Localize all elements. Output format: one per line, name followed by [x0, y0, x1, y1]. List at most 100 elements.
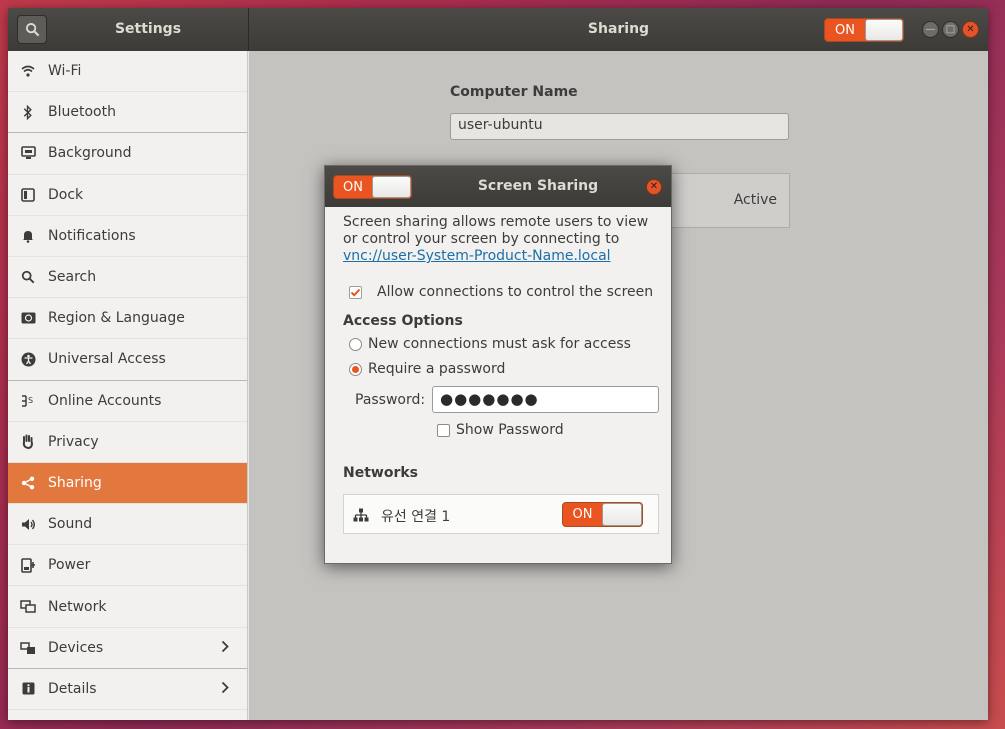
vnc-address-link[interactable]: vnc://user-System-Product-Name.local	[343, 248, 611, 264]
sidebar: Wi-Fi Bluetooth Background Dock Notifica…	[8, 51, 248, 720]
allow-control-option[interactable]: Allow connections to control the screen	[349, 284, 653, 300]
share-icon	[20, 475, 36, 491]
screen-sharing-toggle-label: ON	[343, 179, 363, 195]
bell-icon	[20, 228, 36, 244]
speaker-icon	[20, 516, 36, 532]
require-password-label: Require a password	[368, 361, 506, 377]
screen-sharing-dialog: ON Screen Sharing ✕ Screen sharing allow…	[324, 165, 672, 564]
networks-heading: Networks	[343, 465, 419, 481]
region-icon	[20, 310, 36, 326]
sidebar-item-label: Dock	[48, 186, 84, 203]
show-password-checkbox[interactable]	[437, 423, 450, 437]
require-password-radio[interactable]	[349, 362, 362, 376]
sidebar-item-sound[interactable]: Sound	[8, 504, 247, 546]
close-icon: ✕	[649, 181, 659, 192]
screen-sharing-toggle-knob	[372, 176, 411, 198]
radio-selected-dot	[352, 365, 359, 373]
sidebar-item-online-accounts[interactable]: S Online Accounts	[8, 381, 247, 422]
network-row: 유선 연결 1 ON	[343, 494, 659, 534]
sidebar-item-label: Notifications	[48, 227, 136, 244]
app-title: Settings	[114, 21, 182, 37]
sidebar-item-power[interactable]: Power	[8, 545, 247, 587]
svg-text:S: S	[28, 396, 33, 405]
sidebar-item-sharing[interactable]: Sharing	[8, 462, 247, 505]
sidebar-item-label: Wi-Fi	[48, 63, 82, 80]
description-text: Screen sharing allows remote users to vi…	[343, 214, 649, 247]
power-icon	[20, 557, 36, 573]
sharing-toggle[interactable]: ON	[824, 18, 904, 42]
sidebar-item-dock[interactable]: Dock	[8, 175, 247, 216]
sidebar-item-background[interactable]: Background	[8, 133, 247, 175]
sidebar-item-label: Background	[48, 145, 132, 162]
screen-sharing-status: Active	[733, 192, 777, 208]
dialog-header-bar: ON Screen Sharing ✕	[325, 166, 671, 207]
chevron-right-icon	[221, 681, 229, 698]
maximize-button[interactable]: □	[942, 21, 959, 38]
sidebar-item-bluetooth[interactable]: Bluetooth	[8, 92, 247, 134]
sidebar-item-details[interactable]: Details	[8, 669, 247, 710]
sidebar-item-label: Power	[48, 557, 91, 574]
screen-sharing-description: Screen sharing allows remote users to vi…	[343, 214, 663, 265]
devices-icon	[20, 640, 36, 656]
background-icon	[20, 145, 36, 161]
show-password-option[interactable]: Show Password	[437, 422, 564, 438]
sidebar-item-label: Devices	[48, 639, 104, 656]
online-accounts-icon: S	[20, 393, 36, 409]
dialog-title: Screen Sharing	[477, 178, 599, 194]
sidebar-item-privacy[interactable]: Privacy	[8, 422, 247, 463]
network-icon	[20, 599, 36, 615]
maximize-icon: □	[945, 23, 956, 35]
sidebar-item-region-language[interactable]: Region & Language	[8, 298, 247, 340]
dialog-close-button[interactable]: ✕	[646, 179, 662, 195]
bluetooth-icon	[20, 104, 36, 120]
ask-access-radio[interactable]	[349, 337, 362, 351]
show-password-label: Show Password	[456, 422, 564, 438]
sidebar-item-universal-access[interactable]: Universal Access	[8, 339, 247, 381]
computer-name-field[interactable]: user-ubuntu	[450, 113, 789, 140]
accessibility-icon	[20, 351, 36, 367]
close-button[interactable]: ✕	[962, 21, 979, 38]
sidebar-item-label: Network	[48, 598, 107, 615]
screen-sharing-toggle[interactable]: ON	[333, 175, 412, 199]
dock-icon	[20, 187, 36, 203]
computer-name-label: Computer Name	[450, 84, 578, 100]
sidebar-item-label: Region & Language	[48, 310, 185, 327]
checkmark-icon	[350, 288, 361, 297]
allow-control-checkbox[interactable]	[349, 285, 362, 299]
sidebar-item-label: Sharing	[48, 474, 102, 491]
password-field[interactable]: ●●●●●●●	[432, 386, 659, 413]
wired-network-icon	[353, 508, 369, 526]
search-icon	[20, 269, 36, 285]
sidebar-item-network[interactable]: Network	[8, 586, 247, 628]
access-options-heading: Access Options	[343, 313, 463, 329]
header-bar: Settings Sharing ON — □ ✕	[8, 8, 988, 51]
sidebar-item-label: Universal Access	[48, 351, 166, 368]
info-icon	[20, 681, 36, 697]
option-ask-access[interactable]: New connections must ask for access	[349, 336, 631, 352]
close-icon: ✕	[966, 23, 975, 35]
search-icon	[25, 22, 39, 37]
search-button[interactable]	[17, 15, 47, 44]
sidebar-item-label: Sound	[48, 516, 93, 533]
sidebar-item-label: Privacy	[48, 433, 99, 450]
sidebar-item-devices[interactable]: Devices	[8, 628, 247, 669]
minimize-button[interactable]: —	[922, 21, 939, 38]
sidebar-item-notifications[interactable]: Notifications	[8, 216, 247, 257]
hand-icon	[20, 434, 36, 450]
sidebar-item-label: Search	[48, 269, 97, 286]
network-name: 유선 연결 1	[381, 509, 451, 525]
ask-access-label: New connections must ask for access	[368, 336, 631, 352]
sidebar-item-wifi[interactable]: Wi-Fi	[8, 51, 247, 93]
window-controls: — □ ✕	[922, 21, 979, 38]
sidebar-item-label: Details	[48, 680, 97, 697]
network-toggle[interactable]: ON	[562, 502, 643, 527]
network-toggle-knob	[602, 503, 642, 526]
allow-control-label: Allow connections to control the screen	[377, 284, 654, 300]
option-require-password[interactable]: Require a password	[349, 361, 505, 377]
wifi-icon	[20, 63, 36, 79]
sidebar-item-search[interactable]: Search	[8, 257, 247, 299]
minimize-icon: —	[925, 23, 936, 35]
sidebar-item-label: Online Accounts	[48, 392, 162, 409]
password-label: Password:	[355, 392, 426, 408]
sharing-toggle-label: ON	[835, 22, 855, 38]
